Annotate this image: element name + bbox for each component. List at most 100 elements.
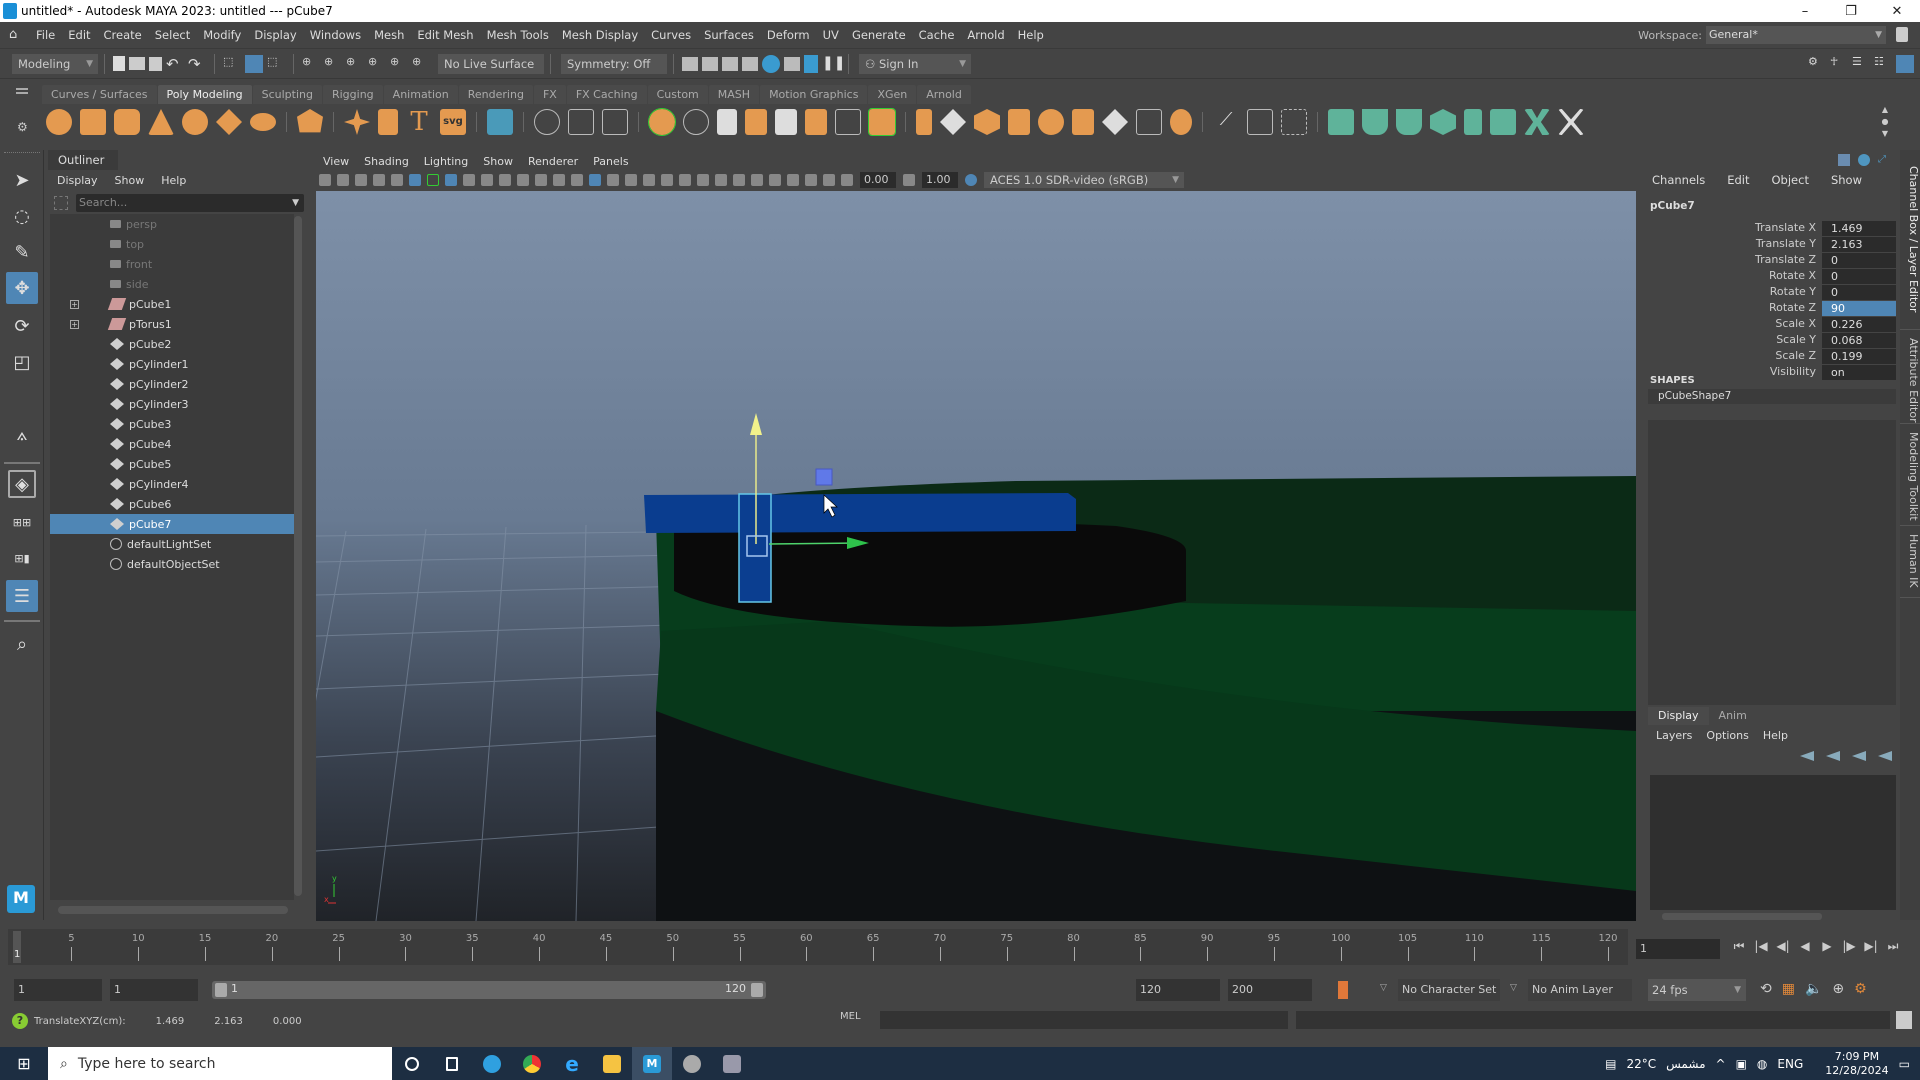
pause-viewport-icon[interactable]: ❚❚ [822, 55, 845, 73]
camera-attributes-icon[interactable] [337, 174, 349, 186]
selected-pcube7[interactable] [738, 493, 772, 603]
menu-arnold[interactable]: Arnold [962, 28, 1012, 42]
snap-view-plane-icon[interactable]: ⊕ [390, 55, 408, 73]
play-backwards-icon[interactable]: ◀ [1794, 939, 1816, 954]
outliner-menu-display[interactable]: Display [57, 174, 98, 187]
outliner-menu-help[interactable]: Help [161, 174, 186, 187]
maximize-button[interactable]: ❐ [1828, 0, 1874, 22]
news-icon[interactable]: ▤ [1605, 1057, 1616, 1071]
smooth-icon[interactable] [717, 109, 737, 135]
fill-hole-icon[interactable] [1038, 109, 1064, 135]
shelf-tab-motion-graphics[interactable]: Motion Graphics [760, 84, 868, 104]
channel-value-field[interactable]: 0 [1822, 269, 1896, 284]
menu-mesh-tools[interactable]: Mesh Tools [482, 28, 557, 42]
channel-value-field[interactable]: 0.226 [1822, 317, 1896, 332]
poly-torus-icon[interactable] [182, 109, 208, 135]
minimize-button[interactable]: – [1782, 0, 1828, 22]
expand-icon[interactable]: + [70, 299, 79, 309]
isolate-select-icon[interactable] [769, 174, 781, 186]
poly-cylinder-icon[interactable] [114, 109, 140, 135]
paint-select-tool-icon[interactable]: ✎ [6, 236, 38, 268]
move-z-handle[interactable] [815, 468, 833, 486]
gate-mask-icon[interactable] [499, 174, 511, 186]
outliner-item-pcylinder1[interactable]: pCylinder1 [50, 354, 294, 374]
exposure-field[interactable]: 0.00 [860, 172, 896, 188]
attribute-editor-icon[interactable]: ☰ [1852, 55, 1870, 73]
xray-joints-icon[interactable] [805, 174, 817, 186]
shelf-tab-animation[interactable]: Animation [383, 84, 458, 104]
sound-icon[interactable]: 🔈 [1805, 981, 1822, 997]
wedge-icon[interactable] [1170, 109, 1192, 135]
live-surface-field[interactable]: No Live Surface [438, 53, 544, 74]
outliner-search-input[interactable]: Search... [76, 194, 304, 212]
script-editor-icon[interactable] [1896, 1011, 1912, 1029]
menu-generate[interactable]: Generate [847, 28, 914, 42]
default-material-icon[interactable] [607, 174, 619, 186]
last-tool-icon[interactable]: ⟑ [6, 418, 38, 450]
menu-curves[interactable]: Curves [646, 28, 699, 42]
uv-editor-icon[interactable] [1490, 109, 1516, 135]
new-layer-selected-icon[interactable] [1878, 751, 1892, 761]
app-icon-1[interactable] [672, 1047, 712, 1080]
exposure-icon[interactable] [841, 174, 853, 186]
symmetry-dropdown[interactable]: Symmetry: Off [561, 53, 667, 74]
outliner-item-persp[interactable]: persp [50, 214, 294, 234]
single-perspective-layout-icon[interactable]: ◈ [8, 470, 36, 498]
workspace-dropdown[interactable]: General* [1706, 26, 1886, 44]
shelf-tab-fx-caching[interactable]: FX Caching [566, 84, 647, 104]
reduce-icon[interactable] [805, 109, 827, 135]
channel-label[interactable]: Rotate X [1769, 269, 1816, 282]
bridge-icon[interactable] [940, 109, 966, 135]
shelf-settings-gear-icon[interactable]: ⚙ [17, 120, 28, 134]
move-layer-down-icon[interactable] [1826, 751, 1840, 761]
collapse-icon[interactable] [1102, 109, 1128, 135]
network-icon[interactable]: ▣ [1736, 1057, 1747, 1071]
options-menu[interactable]: Options [1706, 729, 1748, 742]
close-button[interactable]: ✕ [1874, 0, 1920, 22]
menu-mesh[interactable]: Mesh [369, 28, 412, 42]
notifications-icon[interactable]: ▭ [1899, 1057, 1910, 1071]
make-live-icon[interactable]: ⊕ [412, 55, 430, 73]
select-object-icon[interactable] [245, 54, 263, 73]
contour-stretch-uv-icon[interactable] [1464, 109, 1482, 135]
fps-dropdown[interactable]: 24 fps ▼ [1648, 979, 1746, 1001]
append-polygon-icon[interactable] [1008, 109, 1030, 135]
safe-title-icon[interactable] [553, 174, 565, 186]
separate-icon[interactable] [683, 109, 709, 135]
shelf-tab-fx[interactable]: FX [533, 84, 566, 104]
3d-viewport[interactable]: y x [316, 191, 1636, 921]
hypershade-icon[interactable] [762, 54, 780, 73]
channel-label[interactable]: Scale Z [1775, 349, 1816, 362]
mash-network-icon[interactable] [487, 109, 513, 135]
menu-cache[interactable]: Cache [914, 28, 963, 42]
cylindrical-uv-icon[interactable] [1362, 109, 1388, 135]
timeline-ruler[interactable]: 1 5 10 15 20 25 30 35 40 45 50 55 60 65 70 75 80 85 90 95 1… [8, 929, 1628, 965]
select-component-icon[interactable]: ⬚ [267, 55, 285, 73]
outliner-horizontal-scrollbar[interactable] [58, 906, 288, 914]
field-chart-icon[interactable] [517, 174, 529, 186]
menu-uv[interactable]: UV [818, 28, 847, 42]
step-forward-frame-icon[interactable]: ▶| [1860, 939, 1882, 954]
character-set-field[interactable]: No Character Set [1398, 979, 1500, 1001]
menu-deform[interactable]: Deform [762, 28, 818, 42]
2d-pan-zoom-icon[interactable] [391, 174, 403, 186]
outliner-item-pcube6[interactable]: pCube6 [50, 494, 294, 514]
cut-uv-icon[interactable] [1524, 109, 1550, 135]
wireframe-on-shaded-icon[interactable] [625, 174, 637, 186]
menu-edit[interactable]: Edit [63, 28, 98, 42]
step-forward-key-icon[interactable]: |▶ [1838, 939, 1860, 954]
menu-select[interactable]: Select [150, 28, 198, 42]
type-tool-icon[interactable]: T [406, 109, 432, 135]
menu-file[interactable]: File [31, 28, 63, 42]
move-layer-up-icon[interactable] [1800, 751, 1814, 761]
planar-uv-icon[interactable] [1328, 109, 1354, 135]
outliner-item-pcylinder4[interactable]: pCylinder4 [50, 474, 294, 494]
channel-value-field[interactable]: 90 [1822, 301, 1896, 316]
viewport-menu-show[interactable]: Show [483, 155, 513, 168]
spherical-uv-icon[interactable] [1396, 109, 1422, 135]
menu-set-dropdown[interactable]: Modeling ▼ [12, 53, 98, 74]
layer-tab-anim[interactable]: Anim [1709, 707, 1757, 725]
layer-help-menu[interactable]: Help [1763, 729, 1788, 742]
shelf-tab-rigging[interactable]: Rigging [322, 84, 383, 104]
shadows-icon[interactable] [679, 174, 691, 186]
